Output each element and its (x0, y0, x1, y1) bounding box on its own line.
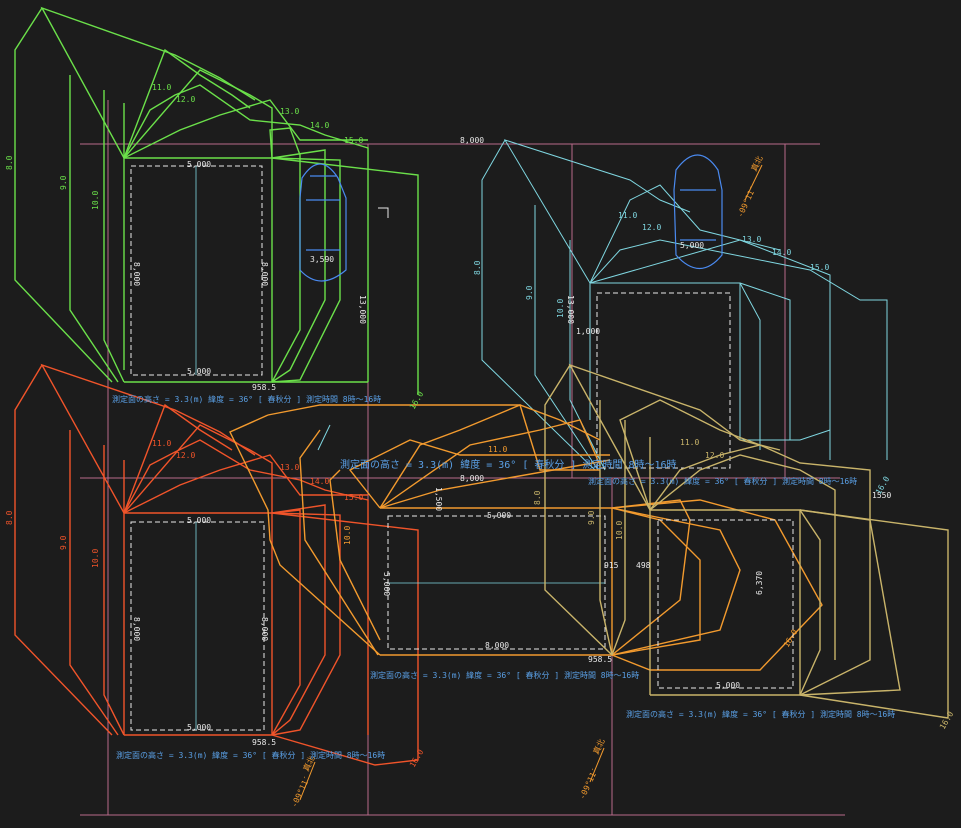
dim-1500: 1,500 (434, 487, 443, 511)
red-building-outline (130, 521, 265, 731)
dim-green-13000: 13,000 (358, 295, 367, 324)
dim-bottom-8000: 8,000 (485, 641, 509, 650)
dim-958-5-red: 958.5 (252, 738, 276, 747)
tan-hour-12: 12.0 (705, 451, 724, 460)
red-hour-16: 16.0 (408, 748, 426, 769)
caption-orange: 測定面の高さ = 3.3(m) 緯度 = 36° [ 春秋分 ] 測定時間 8時… (370, 670, 639, 680)
cyan-hour-9: 9.0 (525, 285, 534, 300)
north-deg-red: -09°11′ (290, 774, 312, 808)
cyan-hour-14: 14.0 (772, 248, 791, 257)
red-hour-15: 15.0 (344, 493, 363, 502)
cyan-hour-13: 13.0 (742, 235, 761, 244)
green-building-outline (130, 165, 263, 376)
cyan-car-icon (673, 154, 723, 270)
caption-cyan: 測定面の高さ = 3.3(m) 緯度 = 36° [ 春秋分 ] 測定時間 8時… (588, 476, 857, 486)
orange-hour-16: 16.0 (782, 628, 800, 649)
red-hour-11: 11.0 (152, 439, 171, 448)
green-hour-12: 12.0 (176, 95, 195, 104)
dim-915: 915 (604, 561, 619, 570)
green-hour-9: 9.0 (59, 175, 68, 190)
tan-hour-8: 8.0 (533, 490, 542, 505)
orange-hour-11: 11.0 (488, 445, 507, 454)
dim-1000: 1,000 (576, 327, 600, 336)
tan-hour-16: 16.0 (938, 710, 956, 731)
cyan-hour-10: 10.0 (556, 299, 565, 318)
orange-building-outline (387, 515, 606, 650)
caption-center: 測定面の高さ = 3.3(m) 緯度 = 36° [ 春秋分 ] 測定時間 8時… (340, 458, 677, 471)
dim-tan-5000: 5,000 (716, 681, 740, 690)
dim-green-5000-bottom: 5,000 (187, 367, 211, 376)
dim-top-8000: 8,000 (460, 136, 484, 145)
dim-red-5000-top: 5,000 (187, 516, 211, 525)
dim-mid-8000: 8,000 (460, 474, 484, 483)
cad-drawing-canvas[interactable]: 8,000 8,000 8,000 5,000 5,000 5,000 5,00… (0, 0, 961, 828)
green-hour-15: 15.0 (344, 136, 363, 145)
tan-hour-10: 10.0 (615, 521, 624, 540)
green-hour-16: 16.0 (408, 390, 426, 411)
dim-958-5-green: 958.5 (252, 383, 276, 392)
red-hour-10: 10.0 (91, 549, 100, 568)
dim-cyan-5000: 5,000 (680, 241, 704, 250)
dim-6370: 6,370 (755, 571, 764, 595)
green-hour-14: 14.0 (310, 121, 329, 130)
corner-mark (378, 207, 389, 218)
tan-hour-11: 11.0 (680, 438, 699, 447)
tan-building-outline (657, 519, 794, 689)
red-hour-14: 14.0 (310, 477, 329, 486)
cyan-hour-12: 12.0 (642, 223, 661, 232)
north-deg-bottom: -09°11′ (578, 766, 600, 800)
dim-red-5000-bottom: 5,000 (187, 723, 211, 732)
red-hour-12: 12.0 (176, 451, 195, 460)
dim-green-8000-left: 8,000 (132, 262, 141, 286)
red-hour-13: 13.0 (280, 463, 299, 472)
north-label-bottom: 真北 (591, 737, 607, 756)
red-hour-9: 9.0 (59, 535, 68, 550)
red-hour-8: 8.0 (5, 510, 14, 525)
cyan-hour-8: 8.0 (473, 260, 482, 275)
dim-498: 498 (636, 561, 651, 570)
north-deg-top: -09°11′ (736, 184, 758, 218)
red-shadow-block (14, 363, 419, 766)
dim-green-8000-right: 8,000 (260, 262, 269, 286)
tan-hour-9: 9.0 (587, 510, 596, 525)
north-label-top: 真北 (749, 154, 765, 173)
dim-cyan-13000: 13,000 (566, 295, 575, 324)
dim-red-8000-right: 8,000 (260, 617, 269, 641)
dim-green-5000-top: 5,000 (187, 160, 211, 169)
orange-shadow-block (229, 404, 823, 671)
caption-red: 測定面の高さ = 3.3(m) 緯度 = 36° [ 春秋分 ] 測定時間 8時… (116, 750, 385, 760)
dim-orange-8000: 5,000 (487, 511, 511, 520)
shadow-diagram: 8,000 8,000 8,000 5,000 5,000 5,000 5,00… (5, 6, 956, 816)
dim-5000-vertical: 5,000 (382, 572, 391, 596)
cyan-hour-11: 11.0 (618, 211, 637, 220)
caption-green: 測定面の高さ = 3.3(m) 緯度 = 36° [ 春秋分 ] 測定時間 8時… (112, 394, 381, 404)
green-shadow-block (14, 6, 419, 395)
green-hour-8: 8.0 (5, 155, 14, 170)
dim-red-8000-left: 8,000 (132, 617, 141, 641)
dim-958-5-orange: 958.5 (588, 655, 612, 664)
green-hour-10: 10.0 (91, 191, 100, 210)
green-hour-13: 13.0 (280, 107, 299, 116)
green-hour-11: 11.0 (152, 83, 171, 92)
dim-3590: 3,590 (310, 255, 334, 264)
caption-tan: 測定面の高さ = 3.3(m) 緯度 = 36° [ 春秋分 ] 測定時間 8時… (626, 709, 895, 719)
cyan-hour-15: 15.0 (810, 263, 829, 272)
cyan-building-outline (596, 292, 731, 469)
orange-hour-10: 10.0 (343, 526, 352, 545)
